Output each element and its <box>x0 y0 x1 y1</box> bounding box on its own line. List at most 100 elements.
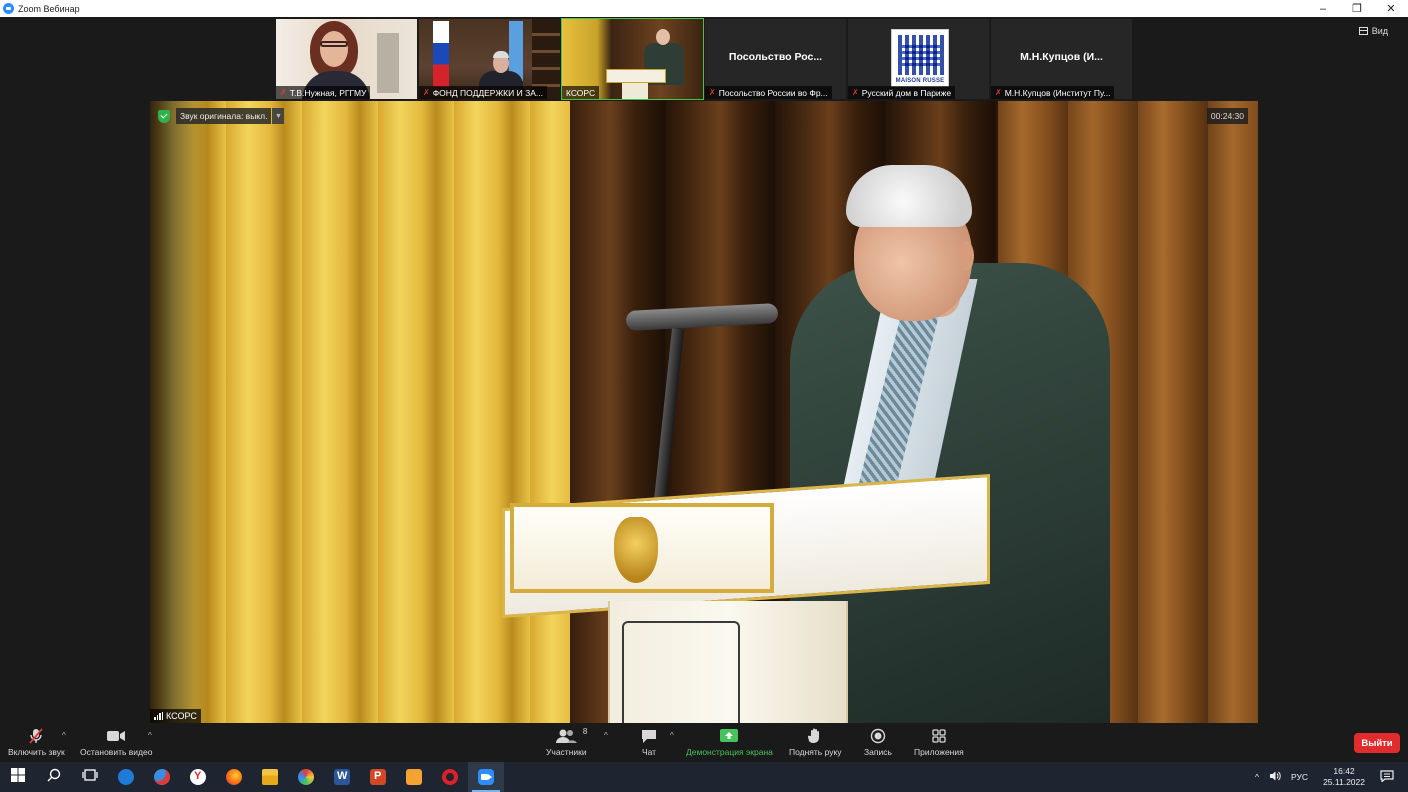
zoom-window: Zoom Вебинар – ❐ ✕ ✗ Т.В.Нужная, РГГМУ ✗… <box>0 0 1408 792</box>
view-grid-icon <box>1358 27 1368 35</box>
chat-label: Чат <box>641 747 657 757</box>
chat-button[interactable]: Чат <box>640 727 658 757</box>
speaker-name: КСОРС <box>166 711 197 721</box>
restore-button[interactable]: ❐ <box>1340 0 1374 17</box>
record-button[interactable]: Запись <box>864 727 892 757</box>
folder-icon <box>262 769 278 785</box>
taskbar-edge[interactable] <box>108 762 144 792</box>
participant-tile[interactable]: ✗ ФОНД ПОДДЕРЖКИ И ЗА... <box>419 19 560 99</box>
video-options-caret-icon[interactable]: ^ <box>148 731 152 740</box>
zoom-icon <box>478 769 494 785</box>
edge-icon <box>118 769 134 785</box>
participant-name: М.Н.Купцов (Институт Пу... <box>1004 87 1111 98</box>
microphone-muted-icon <box>27 727 45 745</box>
taskbar-firefox[interactable] <box>216 762 252 792</box>
view-label: Вид <box>1371 26 1388 36</box>
taskbar-file-explorer[interactable] <box>252 762 288 792</box>
chevron-down-icon[interactable]: ▼ <box>272 108 285 124</box>
participants-button[interactable]: 8 Участники <box>546 727 587 757</box>
close-button[interactable]: ✕ <box>1374 0 1408 17</box>
participant-strip: ✗ Т.В.Нужная, РГГМУ ✗ ФОНД ПОДДЕРЖКИ И З… <box>276 18 1132 100</box>
participant-tile[interactable]: М.Н.Купцов (И... ✗ М.Н.Купцов (Институт … <box>991 19 1132 99</box>
participant-display-name: Посольство Рос... <box>728 51 823 63</box>
mic-off-icon: ✗ <box>709 88 716 97</box>
participant-label: ✗ Т.В.Нужная, РГГМУ <box>276 86 371 99</box>
participant-tile[interactable]: ✗ Т.В.Нужная, РГГМУ <box>276 19 417 99</box>
taskbar-yandex[interactable]: Y <box>180 762 216 792</box>
participants-options-caret-icon[interactable]: ^ <box>604 731 608 740</box>
participant-label: ✗ М.Н.Купцов (Институт Пу... <box>991 86 1115 99</box>
coat-of-arms-emblem <box>614 517 658 583</box>
meeting-timer: 00:24:30 <box>1206 108 1248 124</box>
participant-label: ✗ Посольство России во Фр... <box>705 86 832 99</box>
mic-off-icon: ✗ <box>995 88 1002 97</box>
participant-tile[interactable]: MAISON RUSSE ✗ Русский дом в Париже <box>848 19 989 99</box>
taskbar-word[interactable]: W <box>324 762 360 792</box>
record-icon <box>870 727 886 745</box>
yandex-browser-icon: Y <box>190 769 206 785</box>
share-screen-icon <box>719 727 739 745</box>
taskbar-photos[interactable] <box>288 762 324 792</box>
apps-button[interactable]: Приложения <box>914 727 964 757</box>
raise-hand-label: Поднять руку <box>789 747 842 757</box>
audio-options-caret-icon[interactable]: ^ <box>62 731 66 740</box>
exit-button[interactable]: Выйти <box>1354 733 1400 753</box>
unmute-button[interactable]: Включить звук <box>8 727 65 757</box>
system-clock[interactable]: 16:42 25.11.2022 <box>1323 766 1365 788</box>
firefox-icon <box>226 769 242 785</box>
video-camera-icon <box>106 727 126 745</box>
participant-tile[interactable]: Посольство Рос... ✗ Посольство России во… <box>705 19 846 99</box>
chat-bubble-icon <box>640 727 658 745</box>
participant-name: ФОНД ПОДДЕРЖКИ И ЗА... <box>432 87 543 98</box>
chat-options-caret-icon[interactable]: ^ <box>670 731 674 740</box>
mic-off-icon: ✗ <box>280 88 287 97</box>
participant-tile-active-speaker[interactable]: КСОРС <box>561 18 704 100</box>
participant-label: ✗ ФОНД ПОДДЕРЖКИ И ЗА... <box>419 86 547 99</box>
volume-icon[interactable] <box>1269 771 1281 783</box>
taskbar-slides[interactable] <box>396 762 432 792</box>
participants-label: Участники <box>546 747 587 757</box>
encryption-shield-icon[interactable] <box>158 109 170 123</box>
mail-icon <box>154 769 170 785</box>
taskbar-mail[interactable] <box>144 762 180 792</box>
search-icon <box>47 768 61 787</box>
task-view-icon <box>82 768 98 787</box>
taskbar-zoom[interactable] <box>468 762 504 792</box>
word-icon: W <box>334 769 350 785</box>
raise-hand-icon <box>807 727 823 745</box>
task-view-button[interactable] <box>72 762 108 792</box>
start-button[interactable] <box>0 762 36 792</box>
participant-display-name: М.Н.Купцов (И... <box>1020 51 1103 63</box>
share-screen-button[interactable]: Демонстрация экрана <box>686 727 773 757</box>
notifications-icon[interactable] <box>1380 770 1394 784</box>
original-sound-dropdown[interactable]: Звук оригинала: выкл. <box>176 108 272 124</box>
input-language[interactable]: РУС <box>1291 772 1308 782</box>
webinar-stage: ✗ Т.В.Нужная, РГГМУ ✗ ФОНД ПОДДЕРЖКИ И З… <box>0 17 1408 723</box>
zoom-logo-icon <box>3 3 14 14</box>
system-tray: ^ РУС 16:42 25.11.2022 <box>1250 762 1408 792</box>
opera-icon <box>442 769 458 785</box>
stop-video-label: Остановить видео <box>80 747 153 757</box>
window-controls: – ❐ ✕ <box>1306 0 1408 17</box>
taskbar-powerpoint[interactable]: P <box>360 762 396 792</box>
taskbar-opera[interactable] <box>432 762 468 792</box>
main-speaker-video[interactable]: Звук оригинала: выкл. ▼ 00:24:30 КСОРС <box>150 101 1258 723</box>
participant-name: Т.В.Нужная, РГГМУ <box>289 87 367 98</box>
share-screen-label: Демонстрация экрана <box>686 747 773 757</box>
mic-off-icon: ✗ <box>852 88 859 97</box>
participant-label: ✗ Русский дом в Париже <box>848 86 956 99</box>
clock-date: 25.11.2022 <box>1323 777 1365 787</box>
mic-off-icon: ✗ <box>423 88 430 97</box>
title-bar: Zoom Вебинар – ❐ ✕ <box>0 0 1408 17</box>
search-button[interactable] <box>36 762 72 792</box>
windows-logo-icon <box>11 767 25 787</box>
raise-hand-button[interactable]: Поднять руку <box>789 727 842 757</box>
tray-overflow-chevron-icon[interactable]: ^ <box>1255 772 1259 782</box>
view-button[interactable]: Вид <box>1358 26 1388 36</box>
participant-name: Русский дом в Париже <box>861 87 952 98</box>
stop-video-button[interactable]: Остановить видео <box>80 727 152 757</box>
participant-name: КСОРС <box>566 87 596 98</box>
maison-russe-logo: MAISON RUSSE <box>891 29 949 87</box>
participants-icon: 8 <box>555 727 587 745</box>
minimize-button[interactable]: – <box>1306 0 1340 17</box>
